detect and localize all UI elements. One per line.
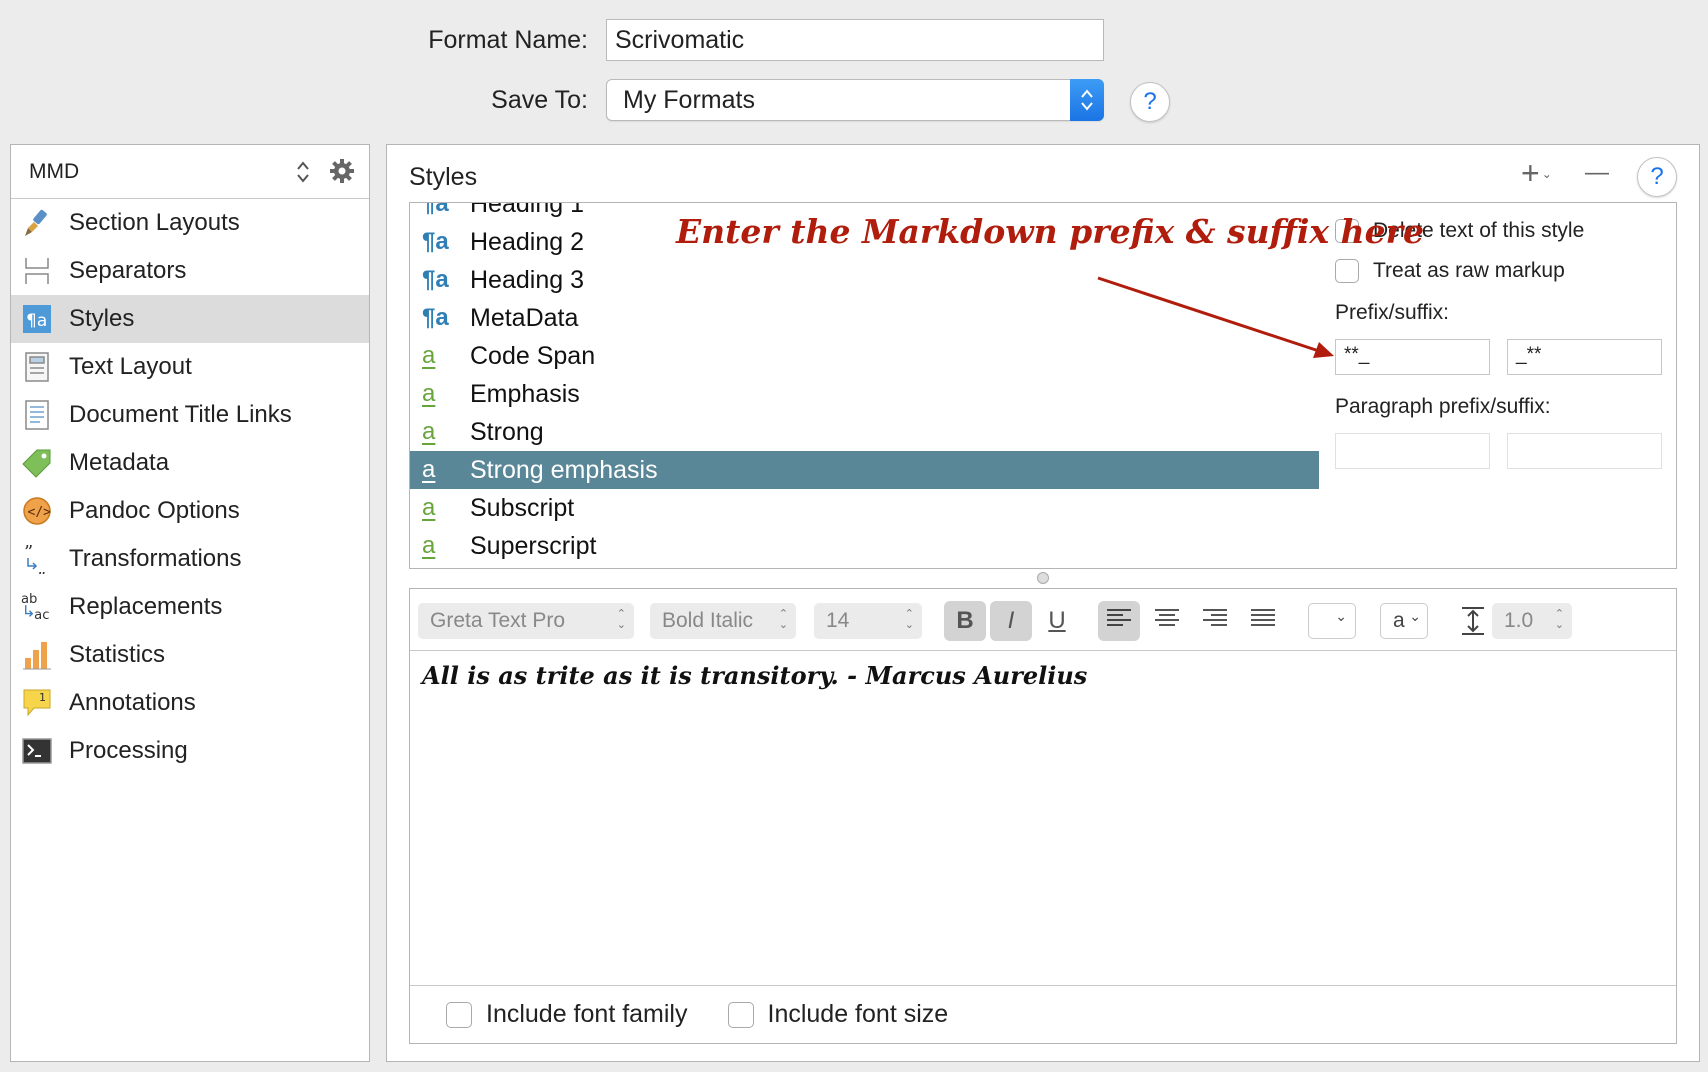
font-style-value: Bold Italic (662, 609, 754, 632)
checkbox-box (446, 1001, 472, 1028)
chevron-updown-icon: ⌃ ⌄ (904, 608, 914, 631)
bold-label: B (956, 607, 974, 634)
justify-button[interactable] (1242, 601, 1284, 641)
underline-button[interactable]: U (1036, 601, 1078, 641)
format-toolbar: Greta Text Pro ⌃ ⌄ Bold Italic ⌃ ⌄ 14 ⌃ ⌄ B… (410, 589, 1676, 651)
sample-text[interactable]: All is as trite as it is transitory. - M… (422, 661, 1087, 690)
include-font-size-checkbox[interactable]: Include font size (727, 1000, 949, 1029)
align-left-icon (1107, 607, 1131, 635)
underline-label: U (1048, 607, 1066, 634)
chevron-updown-icon: ⌃ ⌄ (616, 608, 626, 631)
font-family-value: Greta Text Pro (430, 609, 566, 632)
chevron-down-icon: ⌄ (1409, 608, 1421, 624)
text-color-label: a (1393, 609, 1405, 632)
italic-button[interactable]: I (990, 601, 1032, 641)
align-center-icon (1155, 607, 1179, 635)
justify-icon (1251, 607, 1275, 635)
line-spacing-value: 1.0 (1504, 609, 1534, 632)
font-family-popup[interactable]: Greta Text Pro ⌃ ⌄ (418, 603, 634, 639)
include-font-family-label: Include font family (486, 1000, 688, 1028)
style-editor: Greta Text Pro ⌃ ⌄ Bold Italic ⌃ ⌄ 14 ⌃ ⌄ B… (409, 588, 1677, 1044)
chevron-updown-icon: ⌃ ⌄ (778, 608, 788, 631)
align-center-button[interactable] (1146, 601, 1188, 641)
chevron-down-icon: ⌄ (1335, 608, 1347, 624)
bold-button[interactable]: B (944, 601, 986, 641)
font-size-popup[interactable]: 14 ⌃ ⌄ (814, 603, 922, 639)
align-left-button[interactable] (1098, 601, 1140, 641)
include-font-family-checkbox[interactable]: Include font family (446, 1000, 688, 1029)
italic-label: I (1007, 607, 1015, 634)
line-spacing-icon (1462, 607, 1484, 640)
font-style-popup[interactable]: Bold Italic ⌃ ⌄ (650, 603, 796, 639)
text-color-popup[interactable]: a ⌄ (1380, 603, 1428, 639)
checkbox-box (727, 1001, 754, 1028)
editor-footer: Include font family Include font size (410, 985, 1676, 1043)
include-font-size-label: Include font size (767, 1000, 949, 1028)
align-right-button[interactable] (1194, 601, 1236, 641)
align-right-icon (1203, 607, 1227, 635)
font-size-value: 14 (826, 609, 850, 632)
line-spacing-popup[interactable]: 1.0 ⌃ ⌄ (1492, 603, 1572, 639)
chevron-updown-icon: ⌃ ⌄ (1554, 608, 1564, 631)
highlight-color-popup[interactable]: ⌄ (1308, 603, 1356, 639)
